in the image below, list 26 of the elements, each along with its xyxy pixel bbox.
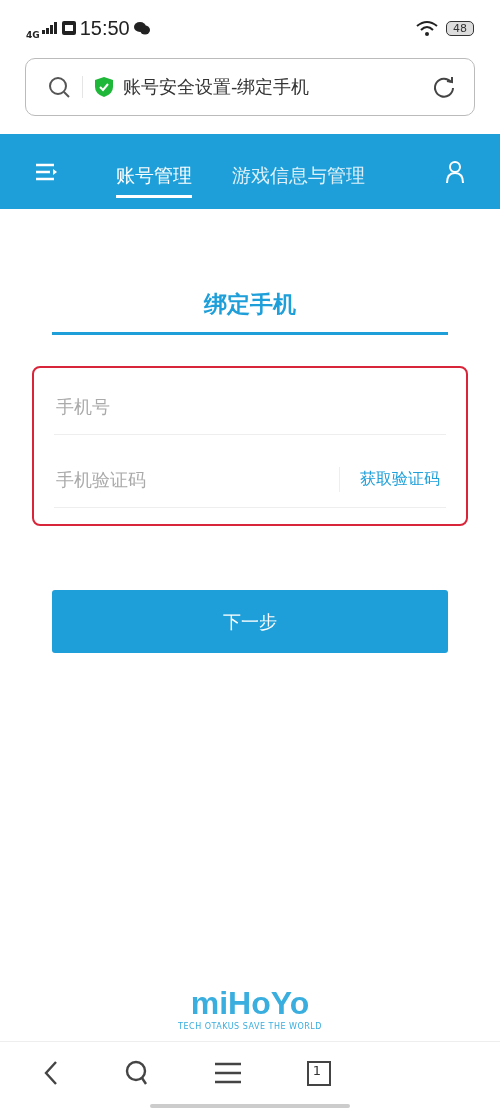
menu-icon[interactable] — [214, 1062, 241, 1084]
wifi-icon — [416, 20, 438, 36]
chat-icon — [133, 21, 150, 35]
phone-field[interactable]: 手机号 — [54, 394, 446, 418]
shield-icon — [95, 77, 113, 97]
refresh-icon[interactable] — [432, 75, 456, 99]
tab-count-button[interactable]: 1 — [306, 1060, 332, 1086]
battery-indicator: 48 — [446, 20, 474, 36]
search-icon[interactable] — [48, 76, 70, 98]
logo-tagline: TECH OTAKUS SAVE THE WORLD — [178, 1022, 322, 1031]
page-heading: 绑定手机 — [204, 290, 296, 319]
signal-icon — [41, 22, 58, 34]
back-icon[interactable] — [42, 1060, 59, 1086]
clock-time: 15:50 — [79, 16, 130, 40]
hd-icon — [61, 21, 76, 35]
next-button[interactable]: 下一步 — [52, 590, 448, 653]
nav-tab[interactable]: 账号管理 — [116, 153, 192, 198]
address-bar[interactable]: 账号安全设置-绑定手机 — [25, 58, 475, 116]
user-icon[interactable] — [446, 160, 464, 183]
get-code-button[interactable]: 获取验证码 — [339, 466, 446, 492]
nav-tab[interactable]: 游戏信息与管理 — [232, 153, 365, 198]
search-icon[interactable] — [124, 1060, 149, 1086]
code-field[interactable]: 手机验证码 — [54, 467, 339, 491]
network-label: 4G — [26, 30, 40, 40]
page-title: 账号安全设置-绑定手机 — [123, 75, 311, 99]
logo-text: miHoYo — [190, 987, 310, 1019]
